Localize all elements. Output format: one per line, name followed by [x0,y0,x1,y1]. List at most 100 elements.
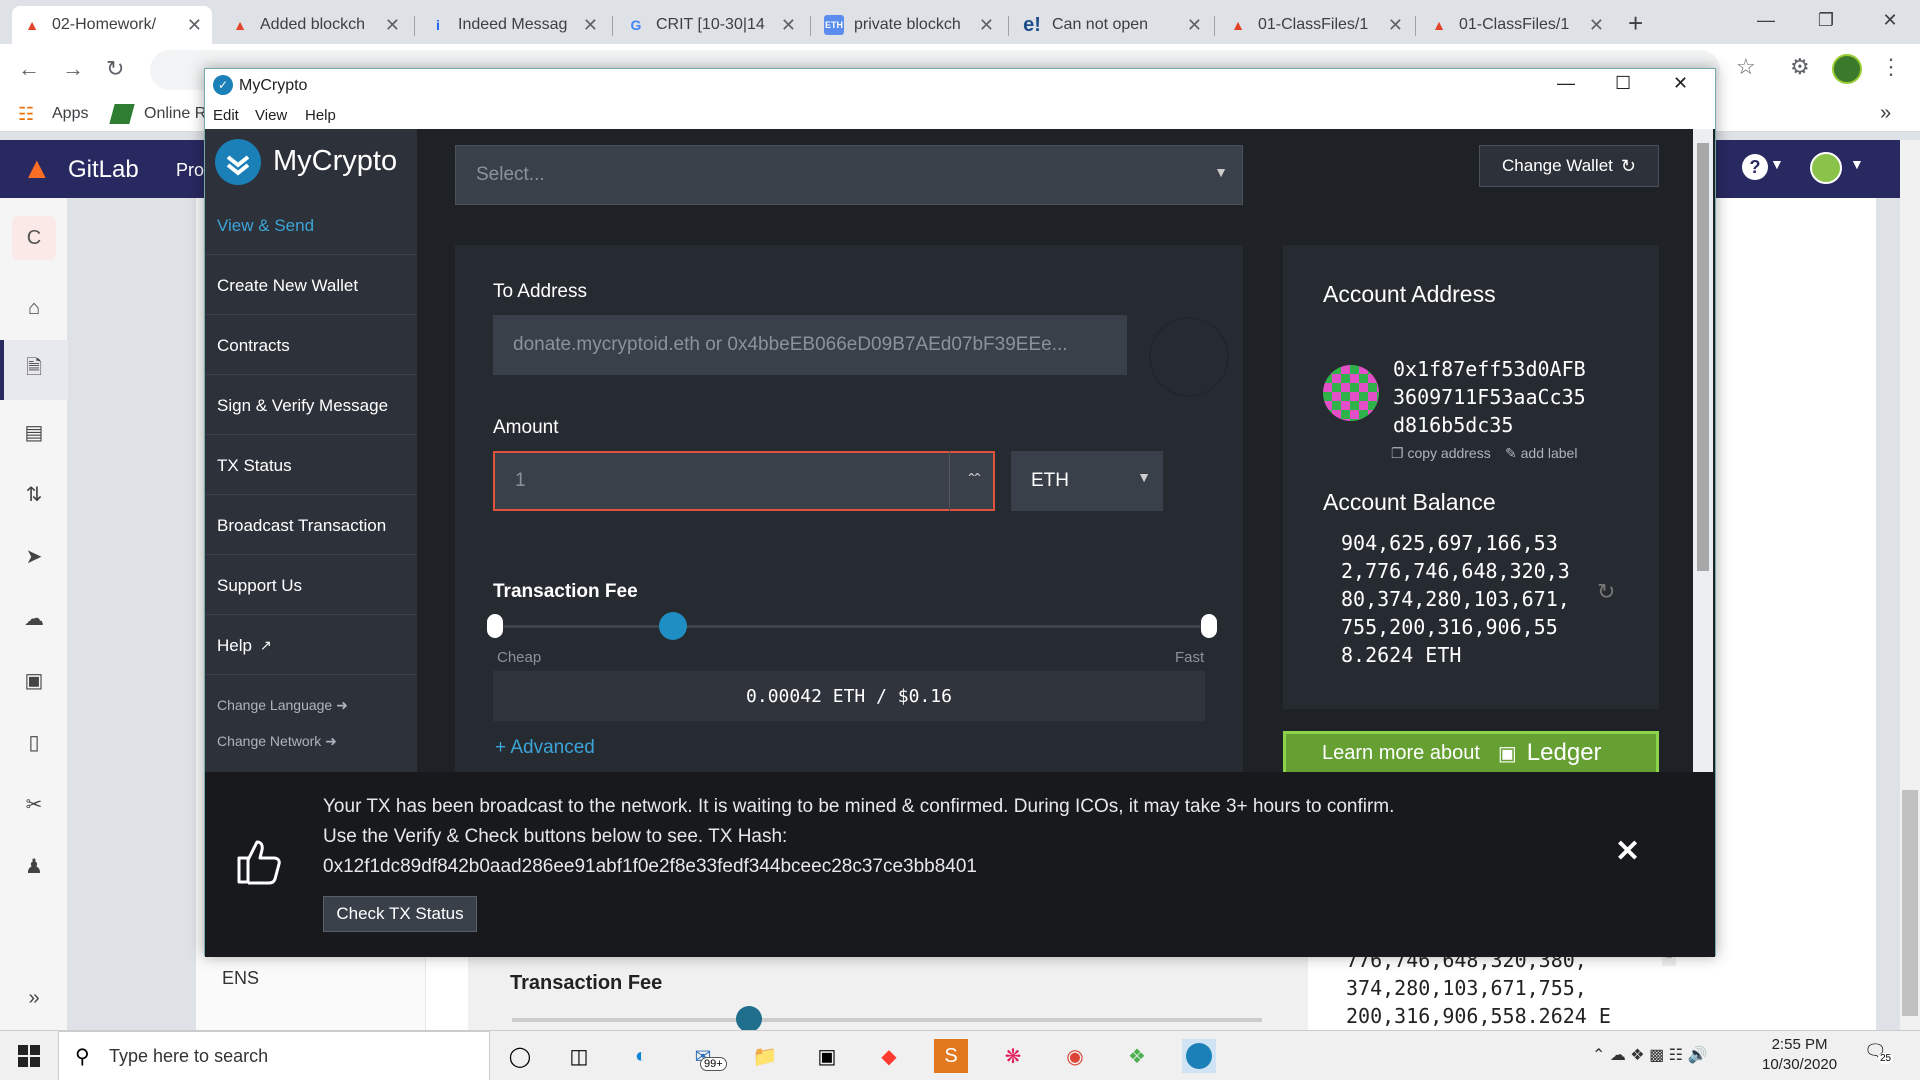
help-icon[interactable]: ? [1742,154,1768,180]
mycrypto-logo-text[interactable]: MyCrypto [273,145,397,178]
restore-icon[interactable]: ❐ [1796,0,1856,40]
close-icon[interactable]: ✕ [1860,0,1920,40]
sidebar-item-contracts[interactable]: Contracts [205,317,417,375]
advanced-toggle[interactable]: + Advanced [495,737,595,759]
amount-input[interactable]: 1 [493,451,995,511]
chevron-right-icon[interactable]: » [1880,102,1891,125]
maximize-icon[interactable]: ☐ [1615,73,1631,94]
menu-view[interactable]: View [255,107,287,124]
ledger-logo-icon: ▣ [1497,742,1517,765]
clock[interactable]: 2:55 PM 10/30/2020 [1762,1035,1837,1075]
new-tab-icon[interactable]: + [1628,8,1643,39]
change-wallet-button[interactable]: Change Wallet ↻ [1479,145,1659,187]
issues-icon[interactable]: ▤ [20,418,48,446]
currency-select[interactable]: ETH ▼ [1011,451,1163,511]
gitlab-brand[interactable]: GitLab [68,156,139,184]
browser-tab[interactable]: ▲ 02-Homework/ ✕ [12,6,212,44]
chrome-icon[interactable]: ◉ [1058,1039,1092,1073]
file-explorer-icon[interactable]: 📁 [748,1039,782,1073]
sidebar-item-create-wallet[interactable]: Create New Wallet [205,257,417,315]
account-address-label: Account Address [1323,281,1496,307]
book-icon[interactable]: ▯ [20,728,48,756]
wallet-select[interactable]: Select... ▼ [455,145,1243,205]
home-icon[interactable]: ⌂ [20,294,48,322]
reload-icon[interactable]: ↻ [106,56,124,82]
windows-start-icon[interactable] [12,1039,46,1073]
avatar[interactable] [1832,54,1862,84]
browser-tab[interactable]: ▲ 01-ClassFiles/1 ✕ [1218,6,1413,44]
sidebar-item-broadcast[interactable]: Broadcast Transaction [205,497,417,555]
rocket-icon[interactable]: ➤ [20,542,48,570]
mail-icon[interactable]: ✉ 99+ [686,1039,727,1073]
close-notification-icon[interactable]: ✕ [1615,834,1640,869]
merge-request-icon[interactable]: ⇅ [20,480,48,508]
avatar[interactable] [1810,152,1842,184]
star-icon[interactable]: ☆ [1736,54,1756,80]
fee-slider-thumb[interactable] [659,612,687,640]
close-icon[interactable]: ✕ [781,15,796,36]
close-icon[interactable]: ✕ [1673,73,1688,94]
cortana-icon[interactable]: ◯ [503,1039,537,1073]
menu-help[interactable]: Help [305,107,336,124]
bookmark-apps[interactable]: Apps [52,105,88,123]
app-diamond-icon[interactable]: ◆ [872,1039,906,1073]
back-icon[interactable]: ← [18,56,40,82]
app-scrollbar[interactable] [1693,129,1713,773]
close-icon[interactable]: ✕ [1388,15,1403,36]
nav-projects[interactable]: Pro [176,160,204,181]
snippet-icon[interactable]: ✂ [20,790,48,818]
sidebar-item-support[interactable]: Support Us [205,557,417,615]
slack-icon[interactable]: ❋ [996,1039,1030,1073]
sidebar-item-view-send[interactable]: View & Send [205,197,417,255]
members-icon[interactable]: ♟ [20,852,48,880]
close-icon[interactable]: ✕ [1589,15,1604,36]
notifications-icon[interactable]: 🗨 25 [1864,1041,1894,1064]
page-scrollbar[interactable] [1900,140,1920,1030]
task-view-icon[interactable]: ◫ [562,1039,596,1073]
store-icon[interactable]: ▣ [810,1039,844,1073]
close-icon[interactable]: ✕ [583,15,598,36]
menu-edit[interactable]: Edit [213,107,239,124]
browser-tab[interactable]: ETH private blockch ✕ [814,6,1004,44]
browser-tab[interactable]: ▲ Added blockch ✕ [220,6,410,44]
change-network-link[interactable]: Change Network ➜ [217,733,337,750]
more-menu-icon[interactable]: ⋮ [1880,54,1902,80]
sidebar-item-help[interactable]: Help ↗ [205,617,417,675]
to-address-input[interactable]: donate.mycryptoid.eth or 0x4bbeEB066eD09… [493,315,1127,375]
close-icon[interactable]: ✕ [1187,15,1202,36]
edge-icon[interactable]: ◐ [624,1039,658,1073]
check-tx-status-button[interactable]: Check TX Status [323,896,477,932]
project-avatar[interactable]: C [12,216,56,260]
close-icon[interactable]: ✕ [187,15,202,36]
browser-tab[interactable]: e! Can not open ✕ [1012,6,1212,44]
minimize-icon[interactable]: — [1736,0,1796,40]
app-cube-icon[interactable]: ❖ [1120,1039,1154,1073]
ledger-banner[interactable]: Learn more about ▣ Ledger [1283,731,1659,775]
file-icon[interactable]: 🗎 [20,356,48,384]
add-label-button[interactable]: ✎ add label [1505,445,1577,462]
close-icon[interactable]: ✕ [979,15,994,36]
browser-tab[interactable]: ▲ 01-ClassFiles/1 ✕ [1419,6,1614,44]
change-language-link[interactable]: Change Language ➜ [217,697,348,714]
package-icon[interactable]: ▣ [20,666,48,694]
forward-icon[interactable]: → [62,56,84,82]
sublime-icon[interactable]: S [934,1039,968,1073]
sidebar-item-tx-status[interactable]: TX Status [205,437,417,495]
copy-address-button[interactable]: ❐ copy address [1391,445,1491,462]
browser-tab[interactable]: G CRIT [10-30|14 ✕ [616,6,806,44]
refresh-balance-icon[interactable]: ↻ [1597,579,1615,605]
taskbar-search[interactable]: ⚲ Type here to search [58,1031,490,1080]
mycrypto-content: Select... ▼ Change Wallet ↻ To Address d… [417,129,1715,839]
bookmark-online[interactable]: Online R [144,105,206,123]
max-amount-icon[interactable]: ˆˆ [949,451,999,511]
mycrypto-taskbar-icon[interactable] [1182,1039,1216,1073]
tray-icons[interactable]: ⌃ ☁ ❖ ▩ ☷ 🔊 [1592,1045,1707,1065]
minimize-icon[interactable]: — [1557,73,1575,94]
collapse-sidebar-icon[interactable]: » [20,984,48,1012]
sidebar-item-sign-verify[interactable]: Sign & Verify Message [205,377,417,435]
close-icon[interactable]: ✕ [385,15,400,36]
cloud-icon[interactable]: ☁ [20,604,48,632]
extensions-icon[interactable]: ⚙ [1790,54,1810,80]
browser-tab[interactable]: i Indeed Messag ✕ [418,6,608,44]
file-ens[interactable]: ENS [222,968,259,989]
